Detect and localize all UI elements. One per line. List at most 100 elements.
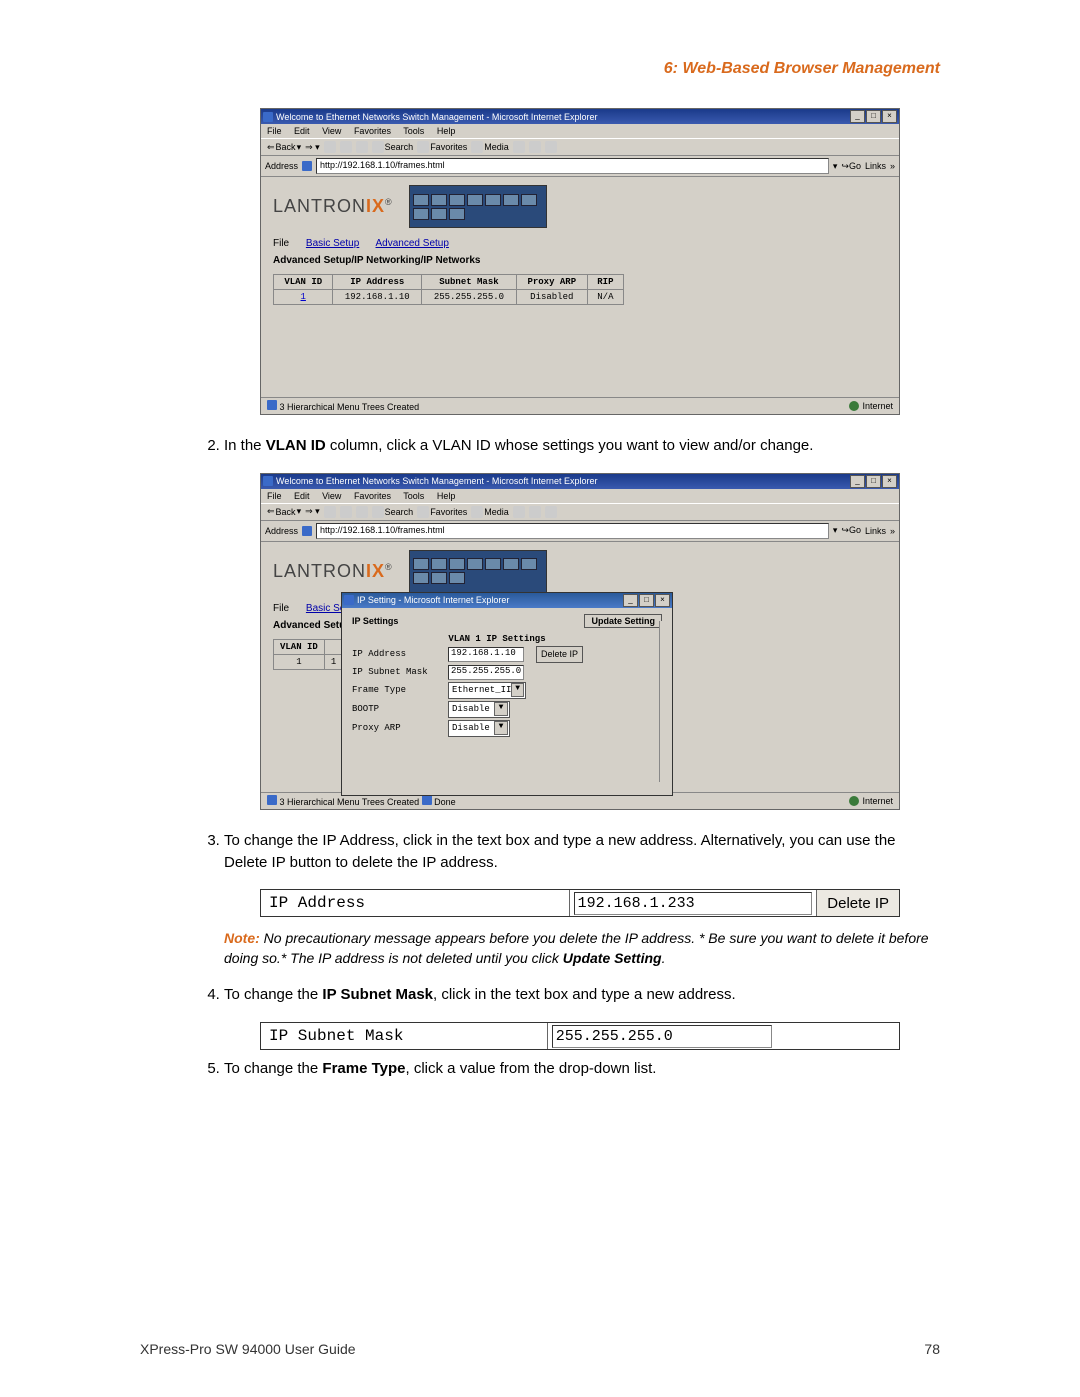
app-menu-file[interactable]: File xyxy=(273,603,289,614)
ip-address-label: IP Address xyxy=(352,649,442,659)
chevron-down-icon[interactable]: ▼ xyxy=(494,721,508,735)
update-setting-button[interactable]: Update Setting xyxy=(584,614,662,628)
cell-ip: 192.168.1.10 xyxy=(333,290,422,305)
ip-setting-popup: IP Setting - Microsoft Internet Explorer… xyxy=(341,592,673,796)
address-input[interactable]: http://192.168.1.10/frames.html xyxy=(316,523,829,539)
search-button[interactable]: Search xyxy=(372,506,414,518)
table-row: 1 192.168.1.10 255.255.255.0 Disabled N/… xyxy=(274,290,624,305)
menu-file[interactable]: File xyxy=(267,491,282,501)
forward-button[interactable]: ⇒ ▾ xyxy=(305,142,320,153)
menu-edit[interactable]: Edit xyxy=(294,126,310,136)
maximize-icon[interactable]: □ xyxy=(866,475,881,488)
home-icon[interactable] xyxy=(356,141,368,153)
menu-file[interactable]: File xyxy=(267,126,282,136)
statusbar: 3 Hierarchical Menu Trees Created Intern… xyxy=(261,397,899,414)
menu-view[interactable]: View xyxy=(322,491,341,501)
close-icon[interactable]: × xyxy=(655,594,670,607)
menubar[interactable]: File Edit View Favorites Tools Help xyxy=(261,489,899,503)
print-icon[interactable] xyxy=(545,141,557,153)
search-button[interactable]: Search xyxy=(372,141,414,153)
history-icon[interactable] xyxy=(513,506,525,518)
refresh-icon[interactable] xyxy=(340,506,352,518)
close-icon[interactable]: × xyxy=(882,475,897,488)
addr-dropdown-icon[interactable]: ▾ xyxy=(833,161,838,172)
back-button[interactable]: ⇐ Back ▾ xyxy=(267,142,301,153)
mail-icon[interactable] xyxy=(529,141,541,153)
mail-icon[interactable] xyxy=(529,506,541,518)
addr-dropdown-icon[interactable]: ▾ xyxy=(833,525,838,536)
refresh-icon[interactable] xyxy=(340,141,352,153)
bootp-select[interactable]: Disable▼ xyxy=(448,701,510,718)
maximize-icon[interactable]: □ xyxy=(639,594,654,607)
print-icon[interactable] xyxy=(545,506,557,518)
maximize-icon[interactable]: □ xyxy=(866,110,881,123)
close-icon[interactable]: × xyxy=(882,110,897,123)
subnet-mask-input[interactable] xyxy=(552,1025,773,1048)
back-button[interactable]: ⇐ Back ▾ xyxy=(267,506,301,517)
th-vlan: VLAN ID xyxy=(274,275,333,290)
ie-icon xyxy=(344,595,354,605)
go-button[interactable]: ↪Go xyxy=(841,161,861,172)
ip-address-input[interactable] xyxy=(574,892,813,915)
home-icon[interactable] xyxy=(356,506,368,518)
links-label[interactable]: Links xyxy=(865,161,886,171)
zone-label: Internet xyxy=(862,401,893,411)
partial-table: VLAN ID 11 xyxy=(273,639,343,670)
menubar[interactable]: File Edit View Favorites Tools Help xyxy=(261,124,899,138)
ip-settings-heading: IP Settings xyxy=(352,616,398,626)
ip-networks-table: VLAN ID IP Address Subnet Mask Proxy ARP… xyxy=(273,274,624,305)
ip-address-input[interactable]: 192.168.1.10 xyxy=(448,647,524,662)
lantronix-logo: LANTRONIX® xyxy=(273,561,393,582)
go-button[interactable]: ↪Go xyxy=(841,525,861,536)
address-input[interactable]: http://192.168.1.10/frames.html xyxy=(316,158,829,174)
scrollbar[interactable] xyxy=(659,621,672,782)
app-menu-basic[interactable]: Basic Setup xyxy=(306,238,359,249)
subnet-mask-input[interactable]: 255.255.255.0 xyxy=(448,665,524,680)
screenshot-2: Welcome to Ethernet Networks Switch Mana… xyxy=(260,473,900,810)
toolbar: ⇐ Back ▾ ⇒ ▾ Search Favorites Media xyxy=(261,138,899,156)
cell-arp: Disabled xyxy=(516,290,587,305)
menu-tools[interactable]: Tools xyxy=(403,491,424,501)
stop-icon[interactable] xyxy=(324,506,336,518)
favorites-button[interactable]: Favorites xyxy=(417,506,467,518)
stop-icon[interactable] xyxy=(324,141,336,153)
forward-button[interactable]: ⇒ ▾ xyxy=(305,506,320,517)
delete-ip-button[interactable]: Delete IP xyxy=(536,646,583,663)
vlan-link[interactable]: 1 xyxy=(296,657,301,667)
app-menu-advanced[interactable]: Advanced Setup xyxy=(376,238,449,249)
menu-favorites[interactable]: Favorites xyxy=(354,126,391,136)
window-controls[interactable]: _□× xyxy=(849,475,897,488)
vlan-link[interactable]: 1 xyxy=(301,292,306,302)
chevron-down-icon[interactable]: ▼ xyxy=(494,702,508,716)
zone-label: Internet xyxy=(862,796,893,806)
favorites-button[interactable]: Favorites xyxy=(417,141,467,153)
minimize-icon[interactable]: _ xyxy=(850,110,865,123)
window-controls[interactable]: _□× xyxy=(622,594,670,607)
ie-icon xyxy=(263,476,273,486)
window-controls[interactable]: _□× xyxy=(849,110,897,123)
frame-type-select[interactable]: Ethernet_II▼ xyxy=(448,682,526,699)
media-button[interactable]: Media xyxy=(471,141,509,153)
step-2: In the VLAN ID column, click a VLAN ID w… xyxy=(224,435,940,457)
links-label[interactable]: Links xyxy=(865,526,886,536)
window-title: Welcome to Ethernet Networks Switch Mana… xyxy=(276,112,597,122)
proxy-arp-select[interactable]: Disable▼ xyxy=(448,720,510,737)
chevron-down-icon[interactable]: ▼ xyxy=(511,683,524,697)
address-bar: Address http://192.168.1.10/frames.html … xyxy=(261,521,899,542)
menu-help[interactable]: Help xyxy=(437,491,456,501)
menu-tools[interactable]: Tools xyxy=(403,126,424,136)
app-menu-file[interactable]: File xyxy=(273,238,289,249)
status-text: 3 Hierarchical Menu Trees Created xyxy=(280,797,420,807)
app-menus: File Basic Setup Advanced Setup xyxy=(261,236,899,251)
minimize-icon[interactable]: _ xyxy=(623,594,638,607)
menu-edit[interactable]: Edit xyxy=(294,491,310,501)
menu-help[interactable]: Help xyxy=(437,126,456,136)
media-button[interactable]: Media xyxy=(471,506,509,518)
minimize-icon[interactable]: _ xyxy=(850,475,865,488)
frame-type-label: Frame Type xyxy=(352,685,442,695)
menu-view[interactable]: View xyxy=(322,126,341,136)
history-icon[interactable] xyxy=(513,141,525,153)
delete-ip-button[interactable]: Delete IP xyxy=(816,890,899,916)
titlebar: Welcome to Ethernet Networks Switch Mana… xyxy=(261,109,899,124)
menu-favorites[interactable]: Favorites xyxy=(354,491,391,501)
